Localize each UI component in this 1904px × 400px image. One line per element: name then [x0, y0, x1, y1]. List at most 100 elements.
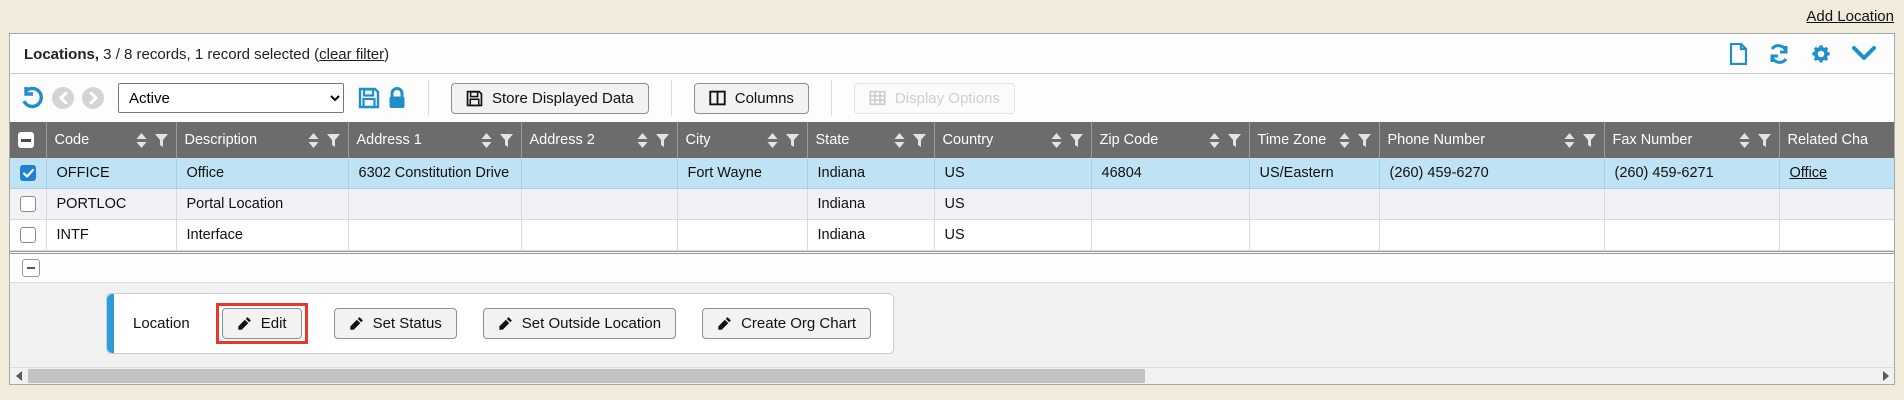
undo-button[interactable] [20, 86, 44, 110]
scrollbar-thumb[interactable] [28, 369, 1145, 383]
filter-icon[interactable] [656, 134, 669, 147]
records-summary: 3 / 8 records, 1 record selected ( [99, 46, 319, 63]
cell-city [677, 220, 807, 251]
col-header-city[interactable]: City [677, 122, 807, 158]
sort-icon[interactable] [637, 133, 648, 148]
add-location-link[interactable]: Add Location [1806, 8, 1894, 25]
cell-related [1779, 220, 1894, 251]
columns-button[interactable]: Columns [694, 83, 809, 114]
sort-icon[interactable] [767, 133, 778, 148]
cell-address2 [521, 220, 677, 251]
table-row[interactable]: INTF Interface Indiana US [10, 220, 1894, 251]
chevron-down-icon[interactable] [1852, 46, 1876, 62]
location-action-group: Location Edit Set Status Set Outside Loc… [106, 293, 894, 354]
table-header-row: Code Description Address 1 Address 2 Cit… [10, 122, 1894, 158]
col-header-code[interactable]: Code [46, 122, 176, 158]
sort-icon[interactable] [1564, 133, 1575, 148]
status-filter-select[interactable]: Active [118, 83, 344, 113]
sort-icon[interactable] [894, 133, 905, 148]
set-outside-location-button[interactable]: Set Outside Location [483, 308, 676, 339]
cell-country: US [934, 158, 1091, 189]
col-header-description[interactable]: Description [176, 122, 348, 158]
col-header-address1[interactable]: Address 1 [348, 122, 521, 158]
toolbar: Active Store Displayed Data Columns Disp… [10, 74, 1894, 122]
cell-city: Fort Wayne [677, 158, 807, 189]
sort-icon[interactable] [136, 133, 147, 148]
filter-icon[interactable] [500, 134, 513, 147]
clear-filter-link[interactable]: clear filter [319, 46, 384, 63]
related-chart-link[interactable]: Office [1790, 165, 1828, 181]
filter-icon[interactable] [913, 134, 926, 147]
filter-icon[interactable] [1758, 134, 1771, 147]
panel-title-row: Locations, 3 / 8 records, 1 record selec… [10, 34, 1894, 74]
cell-timezone [1249, 189, 1379, 220]
sort-icon[interactable] [481, 133, 492, 148]
col-header-related[interactable]: Related Cha [1779, 122, 1894, 158]
collapse-button[interactable] [22, 259, 40, 277]
columns-button-label: Columns [735, 90, 794, 107]
cell-fax [1604, 189, 1779, 220]
filter-icon[interactable] [1228, 134, 1241, 147]
toolbar-separator [671, 80, 672, 116]
sort-icon[interactable] [1209, 133, 1220, 148]
col-header-zip[interactable]: Zip Code [1091, 122, 1249, 158]
store-displayed-data-button[interactable]: Store Displayed Data [451, 83, 649, 114]
select-all-checkbox[interactable] [18, 132, 34, 148]
col-header-fax[interactable]: Fax Number [1604, 122, 1779, 158]
col-label: Related Cha [1788, 132, 1869, 148]
row-checkbox[interactable] [20, 165, 36, 181]
locations-panel: Locations, 3 / 8 records, 1 record selec… [9, 33, 1895, 385]
col-label: Code [55, 132, 90, 148]
sort-icon[interactable] [1339, 133, 1350, 148]
refresh-icon[interactable] [1768, 43, 1790, 65]
row-checkbox[interactable] [20, 196, 36, 212]
edit-highlight-box: Edit [216, 303, 308, 344]
col-header-timezone[interactable]: Time Zone [1249, 122, 1379, 158]
toolbar-separator [428, 80, 429, 116]
create-org-chart-label: Create Org Chart [741, 315, 856, 332]
cell-code: INTF [46, 220, 176, 251]
create-org-chart-button[interactable]: Create Org Chart [702, 308, 871, 339]
col-header-country[interactable]: Country [934, 122, 1091, 158]
cell-description: Interface [176, 220, 348, 251]
cell-address1 [348, 220, 521, 251]
scroll-left-button[interactable] [10, 368, 27, 384]
col-label: Country [943, 132, 994, 148]
row-checkbox[interactable] [20, 227, 36, 243]
sort-icon[interactable] [308, 133, 319, 148]
next-record-button[interactable] [82, 87, 104, 109]
columns-icon [709, 90, 726, 106]
toolbar-separator [831, 80, 832, 116]
filter-icon[interactable] [1358, 134, 1371, 147]
col-header-address2[interactable]: Address 2 [521, 122, 677, 158]
filter-icon[interactable] [786, 134, 799, 147]
prev-record-button[interactable] [52, 87, 74, 109]
col-header-state[interactable]: State [807, 122, 934, 158]
table-row[interactable]: OFFICE Office 6302 Constitution Drive Fo… [10, 158, 1894, 189]
sort-icon[interactable] [1739, 133, 1750, 148]
col-label: Phone Number [1388, 132, 1486, 148]
filter-icon[interactable] [327, 134, 340, 147]
store-button-label: Store Displayed Data [492, 90, 634, 107]
edit-button[interactable]: Edit [222, 308, 302, 339]
table-row[interactable]: PORTLOC Portal Location Indiana US [10, 189, 1894, 220]
scroll-right-button[interactable] [1877, 368, 1894, 384]
sort-icon[interactable] [1051, 133, 1062, 148]
cell-description: Office [176, 158, 348, 189]
top-strip: Add Location [0, 0, 1904, 33]
cell-zip [1091, 189, 1249, 220]
gear-icon[interactable] [1810, 43, 1832, 65]
save-filter-button[interactable] [358, 87, 380, 109]
filter-icon[interactable] [1070, 134, 1083, 147]
cell-address1 [348, 189, 521, 220]
new-record-icon[interactable] [1729, 43, 1748, 65]
filter-icon[interactable] [1583, 134, 1596, 147]
col-header-phone[interactable]: Phone Number [1379, 122, 1604, 158]
filter-icon[interactable] [155, 134, 168, 147]
col-label: City [686, 132, 711, 148]
records-summary-close: ) [384, 46, 389, 63]
panel-title-name: Locations, [24, 46, 99, 63]
cell-country: US [934, 220, 1091, 251]
lock-button[interactable] [388, 87, 406, 109]
set-status-button[interactable]: Set Status [334, 308, 457, 339]
